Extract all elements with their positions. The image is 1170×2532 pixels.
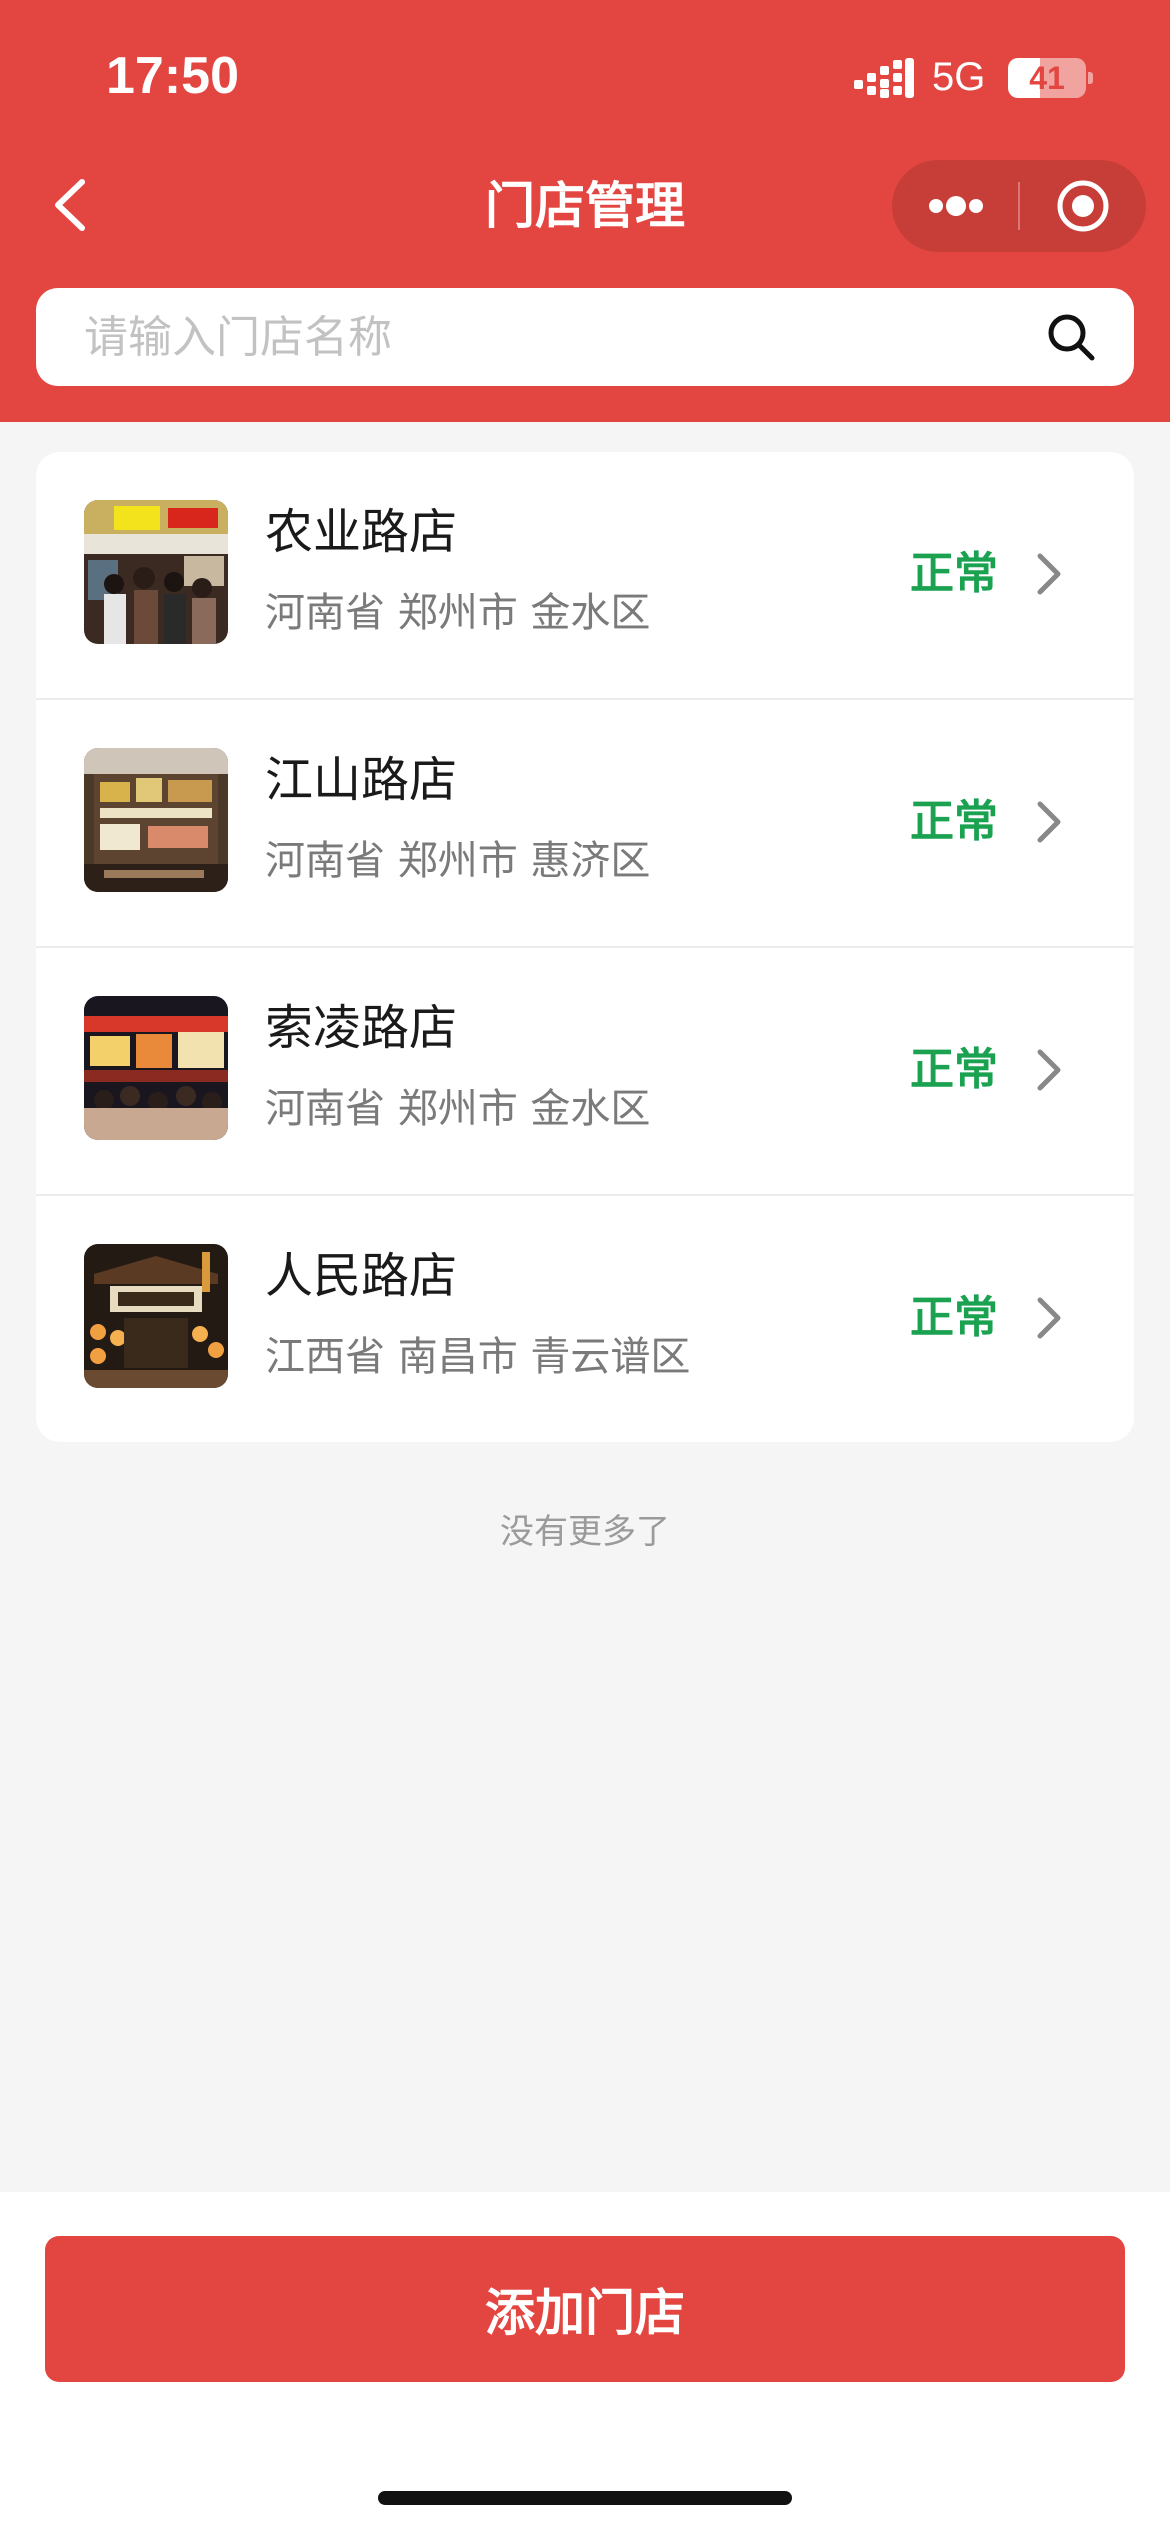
store-address: 河南省 郑州市 惠济区 — [265, 838, 651, 884]
network-type: 5G — [932, 55, 986, 99]
search-icon[interactable] — [1044, 310, 1100, 366]
battery-level: 41 — [1029, 60, 1065, 96]
status-time: 17:50 — [106, 47, 239, 105]
status-badge: 正常 — [910, 796, 998, 847]
more-dots-icon[interactable] — [892, 160, 1018, 252]
store-name: 人民路店 — [265, 1248, 458, 1304]
bottom-action-bar: 添加门店 — [0, 2192, 1170, 2532]
home-indicator — [378, 2491, 792, 2505]
battery-icon: 41 — [1008, 58, 1086, 98]
status-badge: 正常 — [910, 1292, 998, 1343]
store-list: 农业路店 河南省 郑州市 金水区 正常 江山路店 河南省 郑州市 惠济区 正常 — [36, 452, 1134, 1442]
store-address: 江西省 南昌市 青云谱区 — [265, 1334, 691, 1380]
status-bar: 17:50 5G 41 — [0, 0, 1170, 150]
chevron-right-icon — [1037, 553, 1061, 595]
close-target-icon[interactable] — [1020, 160, 1146, 252]
status-badge: 正常 — [910, 1044, 998, 1095]
search-input[interactable] — [84, 288, 1004, 386]
search-bar — [36, 288, 1134, 386]
store-name: 江山路店 — [265, 752, 458, 808]
store-list-item[interactable]: 人民路店 江西省 南昌市 青云谱区 正常 — [36, 1196, 1134, 1442]
store-thumbnail-image — [84, 1244, 228, 1388]
chevron-right-icon — [1037, 801, 1061, 843]
store-address: 河南省 郑州市 金水区 — [265, 1086, 651, 1132]
battery-tip — [1088, 72, 1093, 84]
header-bar: 17:50 5G 41 门店管理 — [0, 0, 1170, 422]
store-list-item[interactable]: 农业路店 河南省 郑州市 金水区 正常 — [36, 452, 1134, 700]
store-thumbnail-image — [84, 996, 228, 1140]
add-store-button[interactable]: 添加门店 — [45, 2236, 1125, 2382]
store-address: 河南省 郑州市 金水区 — [265, 590, 651, 636]
store-name: 索凌路店 — [265, 1000, 458, 1056]
store-name: 农业路店 — [265, 504, 458, 560]
store-thumbnail-image — [84, 748, 228, 892]
mini-program-capsule — [892, 160, 1146, 252]
signal-icon — [854, 58, 914, 98]
list-end-text: 没有更多了 — [500, 1512, 670, 1552]
status-badge: 正常 — [910, 548, 998, 599]
chevron-right-icon — [1037, 1297, 1061, 1339]
store-list-item[interactable]: 江山路店 河南省 郑州市 惠济区 正常 — [36, 700, 1134, 948]
store-list-item[interactable]: 索凌路店 河南省 郑州市 金水区 正常 — [36, 948, 1134, 1196]
chevron-right-icon — [1037, 1049, 1061, 1091]
store-thumbnail-image — [84, 500, 228, 644]
